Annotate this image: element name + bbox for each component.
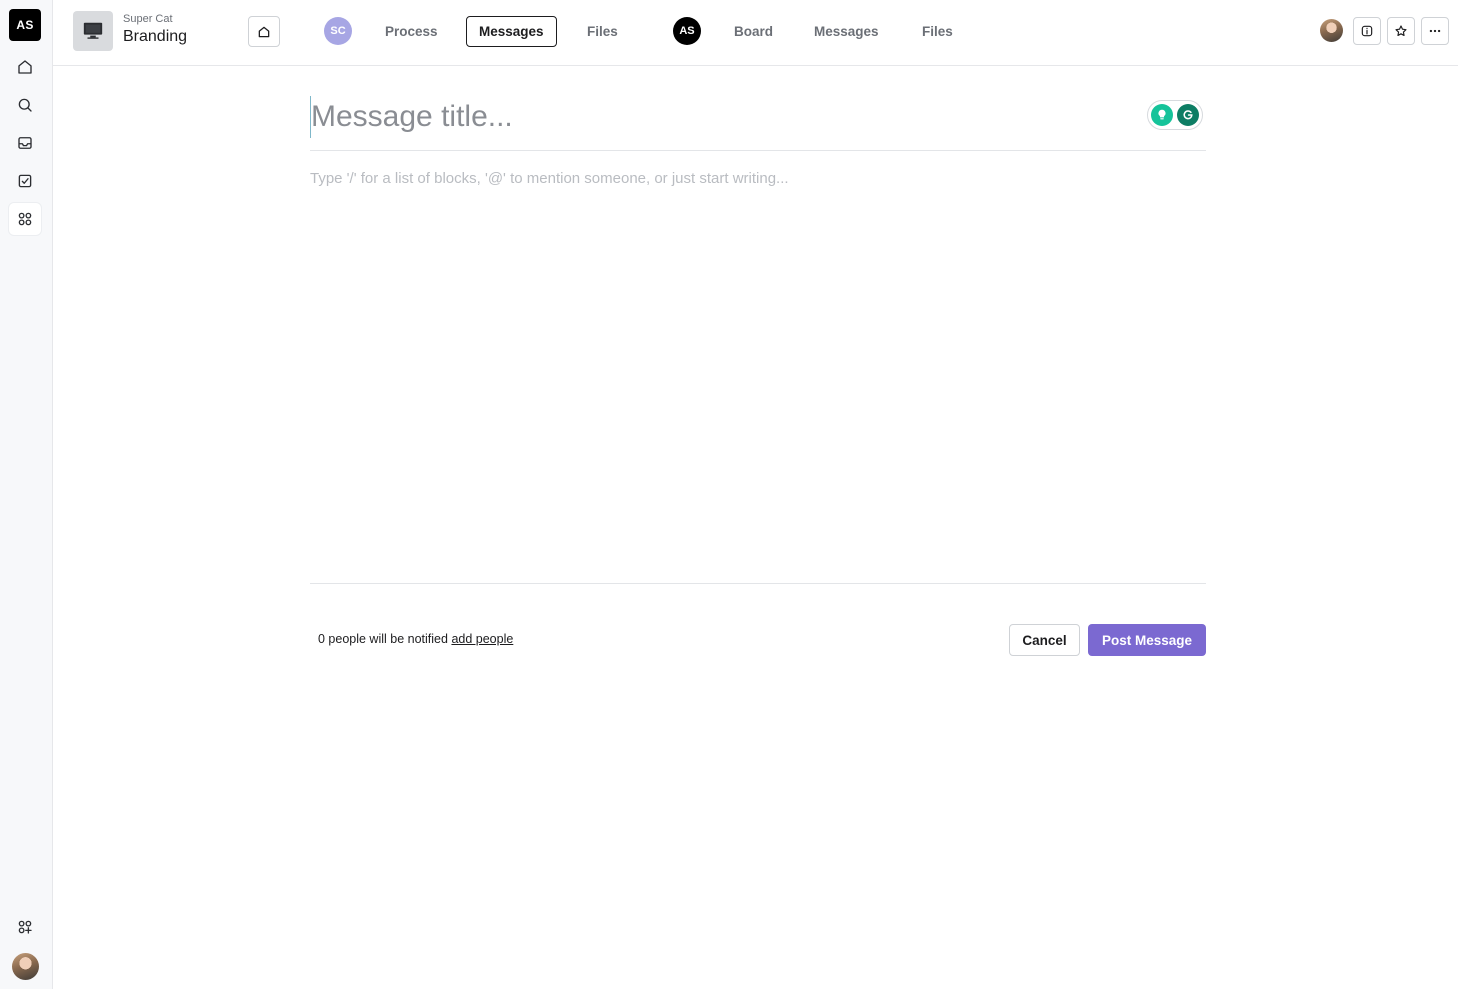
tab-messages-2[interactable]: Messages [802, 16, 891, 47]
tasks-icon [18, 174, 32, 188]
grammarly-widget[interactable] [1147, 100, 1203, 130]
tab-files-2[interactable]: Files [910, 16, 965, 47]
left-rail: AS [0, 0, 53, 989]
cancel-button[interactable]: Cancel [1009, 624, 1080, 656]
monitor-icon [83, 22, 103, 39]
tab-messages[interactable]: Messages [466, 16, 557, 47]
message-body-editor[interactable]: Type '/' for a list of blocks, '@' to me… [310, 170, 789, 187]
rail-tasks-button[interactable] [9, 165, 41, 197]
project-icon[interactable] [73, 11, 113, 51]
rail-add-apps-button[interactable] [9, 911, 41, 943]
tab-board[interactable]: Board [722, 16, 785, 47]
user-avatar[interactable] [12, 953, 39, 980]
rail-apps-button[interactable] [9, 203, 41, 235]
search-icon [18, 98, 32, 112]
grammarly-icon[interactable] [1177, 104, 1199, 126]
sc-avatar-badge[interactable]: SC [324, 17, 352, 45]
member-avatar[interactable] [1320, 19, 1343, 42]
add-people-link[interactable]: add people [451, 632, 513, 646]
star-button[interactable] [1387, 17, 1415, 45]
apps-icon [18, 212, 32, 226]
home-icon [18, 60, 32, 74]
notify-summary: 0 people will be notified add people [318, 632, 513, 646]
info-icon [1361, 25, 1373, 37]
tab-files[interactable]: Files [575, 16, 630, 47]
post-message-button[interactable]: Post Message [1088, 624, 1206, 656]
home-icon [258, 26, 270, 37]
inbox-icon [18, 137, 32, 149]
add-apps-icon [18, 920, 32, 934]
message-title-input[interactable] [310, 96, 1140, 138]
rail-inbox-button[interactable] [9, 127, 41, 159]
workspace-switcher[interactable]: AS [9, 9, 41, 41]
lightbulb-icon[interactable] [1151, 104, 1173, 126]
rail-search-button[interactable] [9, 89, 41, 121]
project-title[interactable]: Branding [123, 28, 187, 46]
tab-process[interactable]: Process [373, 16, 450, 47]
info-button[interactable] [1353, 17, 1381, 45]
body-divider [310, 583, 1206, 584]
more-icon [1429, 29, 1441, 33]
title-divider [310, 150, 1206, 151]
notify-text: 0 people will be notified [318, 632, 448, 646]
top-bar: Super Cat Branding SC Process Messages F… [53, 0, 1458, 66]
more-button[interactable] [1421, 17, 1449, 45]
as-avatar-badge[interactable]: AS [673, 17, 701, 45]
rail-home-button[interactable] [9, 51, 41, 83]
star-icon [1395, 25, 1407, 37]
project-home-button[interactable] [248, 16, 280, 47]
project-org: Super Cat [123, 13, 173, 25]
app-root: AS Super Cat Branding SC Process Message… [0, 0, 1458, 989]
